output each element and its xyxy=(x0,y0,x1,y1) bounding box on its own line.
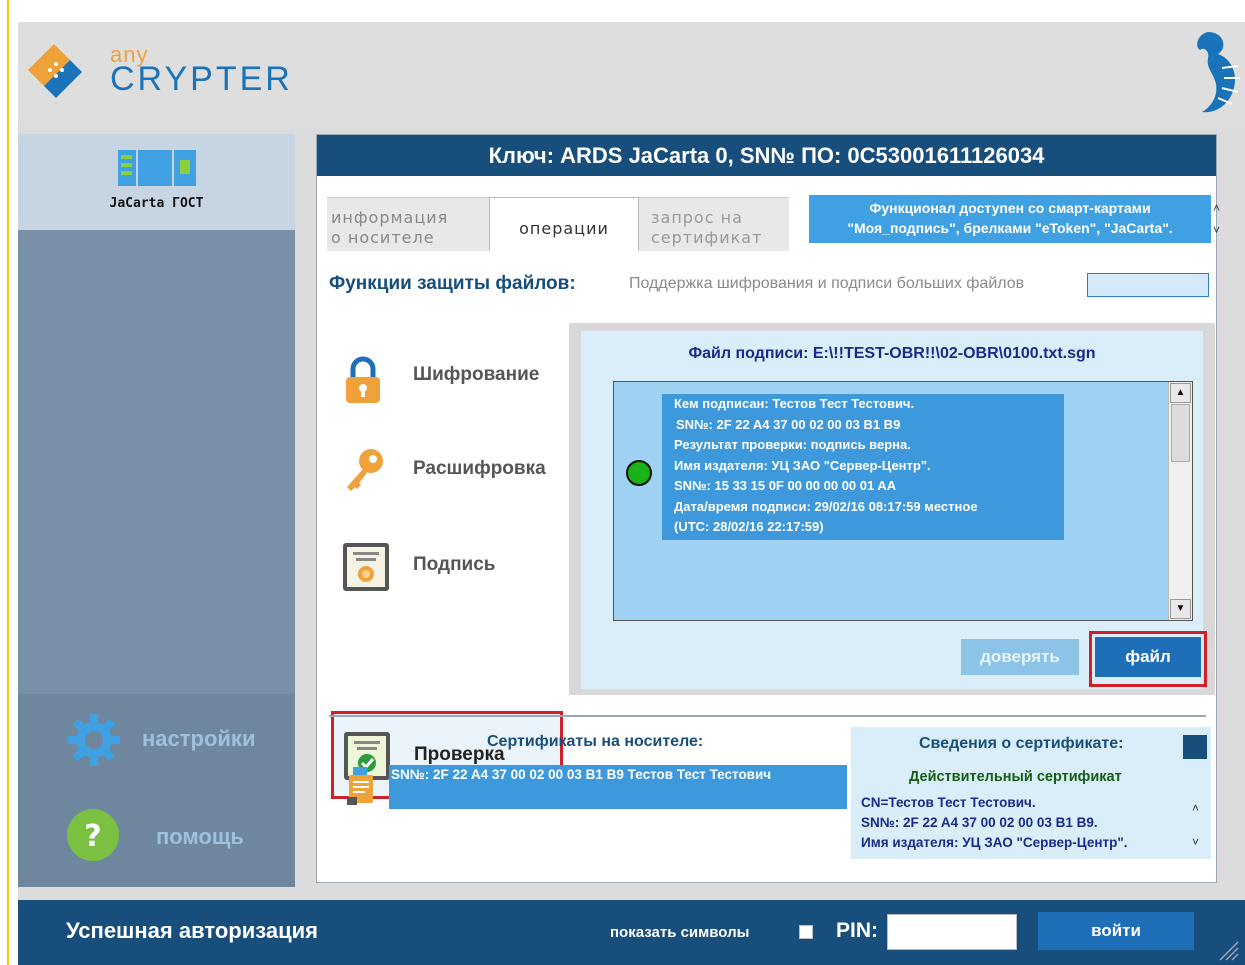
operation-label: Подпись xyxy=(413,554,496,575)
tab-certificate-request[interactable]: запрос на сертификат xyxy=(639,197,789,251)
left-edge-line xyxy=(7,0,9,965)
settings-label: настройки xyxy=(142,726,256,751)
operation-sign[interactable]: Подпись xyxy=(329,521,559,611)
result-line: (UTC: 28/02/16 22:17:59) xyxy=(674,519,824,534)
app-window: any CRYPTER JaCarta ГОСТ настройки ? пом… xyxy=(18,22,1245,965)
pin-label: PIN: xyxy=(836,919,878,942)
verification-panel: Файл подписи: E:\!!TEST-OBR!!\02-OBR\010… xyxy=(569,323,1215,695)
certificate-info-panel: Сведения о сертификате: Действительный с… xyxy=(851,727,1211,859)
tab-media-info[interactable]: информация о носителе xyxy=(327,197,499,251)
result-line: Имя издателя: УЦ ЗАО "Сервер-Центр". xyxy=(674,457,931,473)
help-label: помощь xyxy=(156,824,244,849)
show-symbols-checkbox[interactable] xyxy=(799,925,813,939)
company-seahorse-logo-icon xyxy=(1197,32,1240,113)
chevron-down-icon[interactable]: ˅ xyxy=(1192,825,1199,859)
login-button[interactable]: войти xyxy=(1038,912,1194,950)
status-indicator-icon xyxy=(626,460,652,486)
operation-decrypt[interactable]: Расшифровка xyxy=(329,425,559,515)
chevron-up-icon[interactable]: ˄ xyxy=(1213,197,1227,219)
certificate-list-row[interactable]: SN№: 2F 22 A4 37 00 02 00 03 B1 B9 Тесто… xyxy=(389,765,847,809)
help-link[interactable]: ? помощь xyxy=(66,808,286,868)
help-question-icon: ? xyxy=(67,809,119,861)
notice-line1: Функционал доступен со смарт-картами xyxy=(869,200,1151,216)
certificate-valid-status: Действительный сертификат xyxy=(909,769,1122,785)
sidebar-bottom: настройки ? помощь xyxy=(18,694,295,887)
file-button[interactable]: файл xyxy=(1095,637,1201,677)
resize-grip-icon[interactable] xyxy=(1214,936,1240,962)
verification-log[interactable]: Кем подписан: Тестов Тест Тестович. SN№:… xyxy=(613,381,1193,621)
sidebar-item-label: JaCarta ГОСТ xyxy=(109,196,204,211)
result-line: Кем подписан: Тестов Тест Тестович. xyxy=(674,396,915,411)
trust-button[interactable]: доверять xyxy=(961,639,1079,675)
scroll-thumb[interactable] xyxy=(1171,404,1190,462)
token-device-icon xyxy=(118,150,196,186)
key-title-bar: Ключ: ARDS JaCarta 0, SN№ ПО: 0C53001611… xyxy=(317,135,1216,176)
auth-status: Успешная авторизация xyxy=(66,918,318,943)
certificates-title: Сертификаты на носителе: xyxy=(487,733,704,750)
log-scrollbar[interactable]: ▲ ▼ xyxy=(1168,382,1192,620)
certificate-file-icon xyxy=(347,767,373,805)
result-line: Результат проверки: подпись верна. xyxy=(674,437,911,452)
gear-icon xyxy=(68,714,120,766)
chevron-up-icon[interactable]: ˄ xyxy=(1192,791,1199,825)
page: any CRYPTER JaCarta ГОСТ настройки ? пом… xyxy=(0,0,1245,965)
tab-operations[interactable]: операции xyxy=(489,197,639,251)
result-line: SN№: 2F 22 A4 37 00 02 00 03 B1 B9 xyxy=(676,416,901,432)
operation-label: Расшифровка xyxy=(413,458,546,479)
sidebar-item-jacarta[interactable]: JaCarta ГОСТ xyxy=(18,134,295,230)
sidebar: JaCarta ГОСТ настройки ? помощь xyxy=(18,134,295,887)
scroll-up-arrow-icon[interactable]: ▲ xyxy=(1170,383,1191,403)
large-files-toggle[interactable] xyxy=(1087,273,1209,297)
verification-result-text: Кем подписан: Тестов Тест Тестович. SN№:… xyxy=(662,394,1064,540)
pin-input[interactable] xyxy=(887,914,1017,950)
operation-label: Шифрование xyxy=(413,364,540,385)
verification-panel-inner: Файл подписи: E:\!!TEST-OBR!!\02-OBR\010… xyxy=(581,331,1207,689)
svg-text:?: ? xyxy=(84,819,101,854)
section-divider xyxy=(329,715,1206,717)
scroll-down-arrow-icon[interactable]: ▼ xyxy=(1170,599,1191,619)
tab-label-line2: сертификат xyxy=(651,228,763,247)
tab-label-line2: о носителе xyxy=(331,228,435,247)
certificate-detail-line: SN№: 2F 22 A4 37 00 02 00 03 B1 B9. xyxy=(861,815,1098,830)
tab-label-line1: информация xyxy=(331,208,449,227)
app-header: any CRYPTER xyxy=(18,22,1245,122)
key-icon xyxy=(347,449,383,491)
signature-file-path: Файл подписи: E:\!!TEST-OBR!!\02-OBR\010… xyxy=(688,345,1096,362)
notice-line2: "Моя_подпись", брелками "eToken", "JaCar… xyxy=(847,220,1173,236)
anycrypter-logo-icon xyxy=(28,44,82,98)
settings-link[interactable]: настройки xyxy=(66,710,286,770)
tab-label: операции xyxy=(519,219,609,238)
tab-label-line1: запрос на xyxy=(651,208,743,227)
footer-bar: Успешная авторизация показать символы PI… xyxy=(18,900,1245,965)
chevron-down-icon[interactable]: ˅ xyxy=(1213,219,1227,241)
main-panel: Ключ: ARDS JaCarta 0, SN№ ПО: 0C53001611… xyxy=(316,134,1220,883)
result-line: Дата/время подписи: 29/02/16 08:17:59 ме… xyxy=(674,498,978,514)
certificate-detail-line: CN=Тестов Тест Тестович. xyxy=(861,795,1036,810)
certificate-icon xyxy=(343,543,389,591)
large-files-label: Поддержка шифрования и подписи больших ф… xyxy=(629,275,1025,292)
operation-encrypt[interactable]: Шифрование xyxy=(329,331,559,421)
logo-text-large: CRYPTER xyxy=(110,60,293,98)
certificate-info-title: Сведения о сертификате: xyxy=(919,735,1124,752)
result-line: SN№: 15 33 15 0F 00 00 00 00 01 AA xyxy=(674,478,897,493)
certificate-info-toggle[interactable] xyxy=(1183,735,1207,759)
certificate-details: CN=Тестов Тест Тестович. SN№: 2F 22 A4 3… xyxy=(861,793,1128,853)
notice-scroll-arrows[interactable]: ˄ ˅ xyxy=(1213,197,1227,241)
lock-icon xyxy=(346,356,380,403)
supported-devices-notice: Функционал доступен со смарт-картами "Мо… xyxy=(809,195,1211,243)
functions-title: Функции защиты файлов: xyxy=(329,273,576,294)
certificate-detail-line: Имя издателя: УЦ ЗАО "Сервер-Центр". xyxy=(861,835,1128,850)
certificate-info-scroll[interactable]: ˄ ˅ xyxy=(1192,791,1199,859)
show-symbols-label: показать символы xyxy=(610,924,750,941)
